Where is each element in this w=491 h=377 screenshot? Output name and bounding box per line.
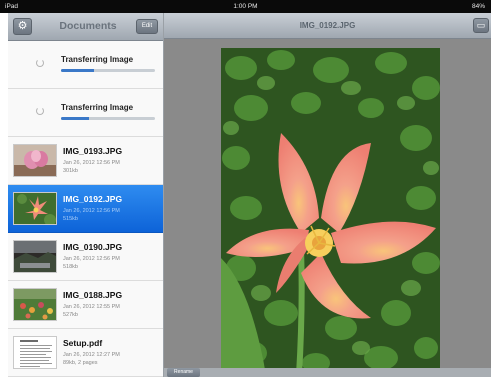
- transfer-item[interactable]: Transferring Image: [8, 41, 163, 89]
- transfer-progress-fill: [61, 117, 90, 120]
- transfer-label: Transferring Image: [61, 55, 134, 64]
- file-item-img-0190[interactable]: IMG_0190.JPG Jan 26, 2012 12:56 PM 518kb: [8, 233, 163, 281]
- documents-sidebar: ⚙ Documents Edit Transferring Image Tran…: [8, 13, 164, 377]
- file-date: Jan 26, 2012 12:27 PM: [63, 352, 120, 358]
- spinner-icon: [36, 107, 44, 115]
- action-button[interactable]: ▭: [473, 18, 489, 33]
- image-viewer: IMG_0192.JPG ▭ Rename: [164, 13, 491, 377]
- file-item-img-0193[interactable]: IMG_0193.JPG Jan 26, 2012 12:56 PM 301kb: [8, 137, 163, 185]
- landscape-thumbnail: [13, 240, 57, 273]
- file-name: Setup.pdf: [63, 338, 103, 348]
- rename-button[interactable]: Rename: [167, 368, 200, 377]
- file-item-setup-pdf[interactable]: Setup.pdf Jan 26, 2012 12:27 PM 89kb, 2 …: [8, 329, 163, 377]
- transfer-progress-fill: [61, 69, 94, 72]
- file-size: 301kb: [63, 168, 78, 174]
- file-name: IMG_0190.JPG: [63, 242, 123, 252]
- pink-flower-thumbnail: [13, 144, 57, 177]
- file-date: Jan 26, 2012 12:56 PM: [63, 160, 120, 166]
- share-icon: ▭: [476, 20, 486, 30]
- transfer-label: Transferring Image: [61, 103, 134, 112]
- sidebar-title: Documents: [59, 20, 117, 32]
- viewer-header: IMG_0192.JPG ▭: [164, 13, 491, 39]
- transfer-item[interactable]: Transferring Image: [8, 89, 163, 137]
- file-size: 527kb: [63, 312, 78, 318]
- file-item-img-0192[interactable]: IMG_0192.JPG Jan 26, 2012 12:56 PM 515kb: [8, 185, 163, 233]
- edit-button[interactable]: Edit: [136, 19, 158, 34]
- status-bar: iPad 1:00 PM 84%: [0, 0, 491, 13]
- file-date: Jan 26, 2012 12:56 PM: [63, 208, 120, 214]
- battery-level: 84%: [471, 3, 485, 10]
- file-size: 518kb: [63, 264, 78, 270]
- settings-button[interactable]: ⚙: [13, 18, 32, 35]
- file-item-img-0188[interactable]: IMG_0188.JPG Jan 26, 2012 12:55 PM 527kb: [8, 281, 163, 329]
- sidebar-header: ⚙ Documents Edit: [8, 13, 163, 41]
- file-size: 515kb: [63, 216, 78, 222]
- tulip-thumbnail: [13, 192, 57, 225]
- gear-icon: ⚙: [17, 20, 28, 32]
- viewer-toolbar: Rename: [164, 368, 491, 377]
- file-date: Jan 26, 2012 12:55 PM: [63, 304, 120, 310]
- file-name: IMG_0192.JPG: [63, 194, 123, 204]
- document-list: Transferring Image Transferring Image IM…: [8, 41, 163, 377]
- file-name: IMG_0188.JPG: [63, 290, 123, 300]
- file-size: 89kb, 2 pages: [63, 360, 98, 366]
- pink-tulip-photo[interactable]: [221, 48, 440, 375]
- file-date: Jan 26, 2012 12:56 PM: [63, 256, 120, 262]
- garden-thumbnail: [13, 288, 57, 321]
- transfer-progress-bar: [61, 69, 155, 72]
- spinner-icon: [36, 59, 44, 67]
- status-time: 1:00 PM: [233, 3, 258, 10]
- viewer-title: IMG_0192.JPG: [299, 21, 356, 30]
- pdf-document-thumbnail: [13, 336, 57, 369]
- file-name: IMG_0193.JPG: [63, 146, 123, 156]
- transfer-progress-bar: [61, 117, 155, 120]
